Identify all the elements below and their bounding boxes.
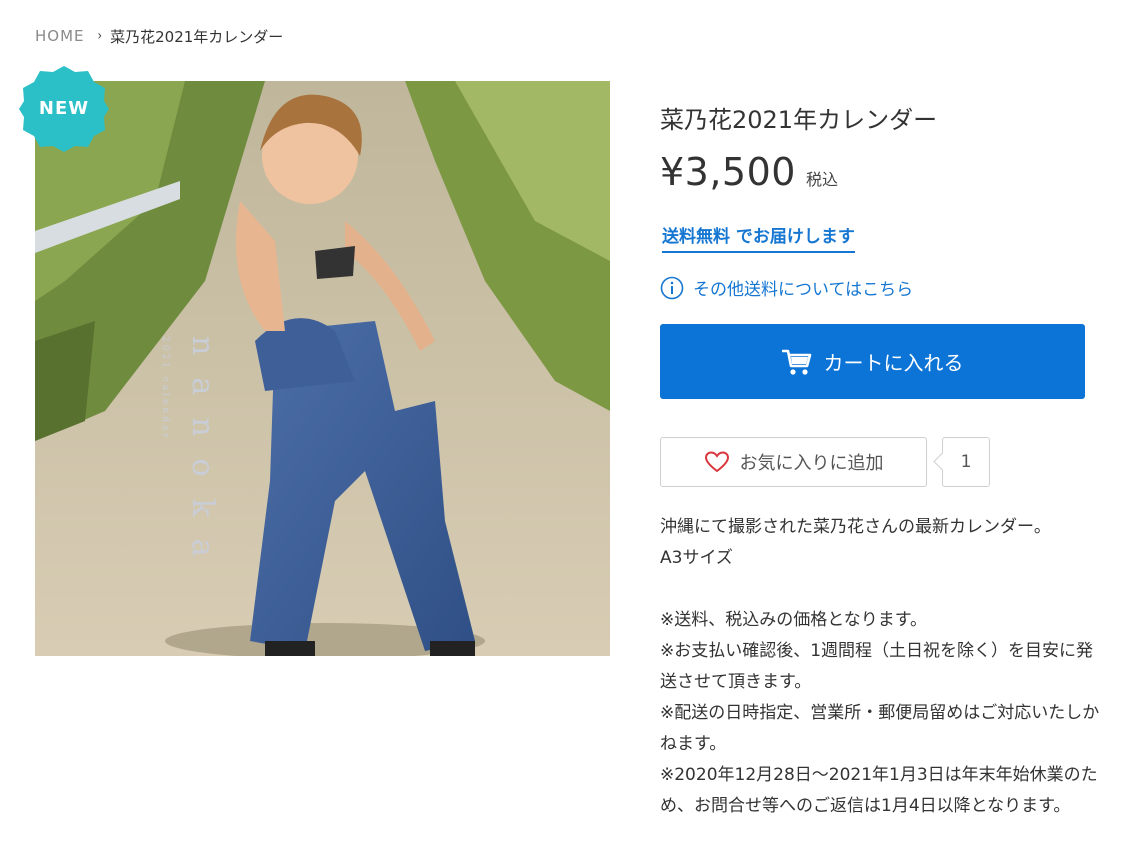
add-to-cart-button[interactable]: カートに入れる — [660, 324, 1085, 399]
price-row: ¥3,500 税込 — [660, 150, 838, 194]
favorite-count-value: 1 — [960, 452, 972, 472]
shipping-info-label: その他送料についてはこちら — [693, 280, 914, 300]
image-subtitle-text: 2021 calendar — [160, 336, 170, 441]
count-pointer — [933, 452, 952, 471]
product-title: 菜乃花2021年カレンダー — [660, 106, 938, 134]
description-line: ※送料、税込みの価格となります。 — [660, 610, 928, 630]
shipping-info-link[interactable]: その他送料についてはこちら — [660, 275, 913, 300]
add-to-favorites-button[interactable]: お気に入りに追加 — [660, 437, 927, 487]
description-line: ※配送の日時指定、営業所・郵便局留めはご対応いたしか — [660, 703, 1100, 723]
new-badge: NEW — [19, 64, 109, 154]
product-photo-graphic: nanoka 2021 calendar — [35, 81, 610, 656]
breadcrumb-home-link[interactable]: HOME — [35, 27, 85, 45]
free-shipping-notice: 送料無料 でお届けします — [662, 222, 855, 253]
new-badge-label: NEW — [38, 98, 90, 119]
info-icon — [660, 276, 684, 299]
description-line: ねます。 — [660, 734, 727, 754]
description-line: A3サイズ — [660, 548, 733, 568]
price: ¥3,500 — [660, 150, 796, 194]
description-line — [660, 574, 1138, 605]
add-to-cart-label: カートに入れる — [823, 351, 964, 375]
description-line: ※2020年12月28日～2021年1月3日は年末年始休業のた — [660, 765, 1098, 785]
description-line: め、お問合せ等へのご返信は1月4日以降となります。 — [660, 796, 1071, 816]
image-title-text: nanoka — [185, 336, 220, 579]
description-line: ※お支払い確認後、1週間程（土日祝を除く）を目安に発 — [660, 641, 1094, 661]
breadcrumb-current: 菜乃花2021年カレンダー — [110, 27, 284, 46]
description-line: 沖縄にて撮影された菜乃花さんの最新カレンダー。 — [660, 517, 1051, 537]
product-description: 沖縄にて撮影された菜乃花さんの最新カレンダー。 A3サイズ ※送料、税込みの価格… — [660, 512, 1138, 822]
heart-icon — [704, 451, 729, 473]
product-image[interactable]: nanoka 2021 calendar — [35, 81, 610, 656]
description-line: 送させて頂きます。 — [660, 672, 812, 692]
breadcrumb: HOME › 菜乃花2021年カレンダー — [35, 24, 283, 48]
chevron-right-icon: › — [97, 28, 102, 44]
tax-label: 税込 — [805, 170, 838, 189]
add-to-favorites-label: お気に入りに追加 — [739, 453, 884, 474]
favorite-count: 1 — [933, 437, 990, 487]
cart-icon — [781, 349, 811, 375]
